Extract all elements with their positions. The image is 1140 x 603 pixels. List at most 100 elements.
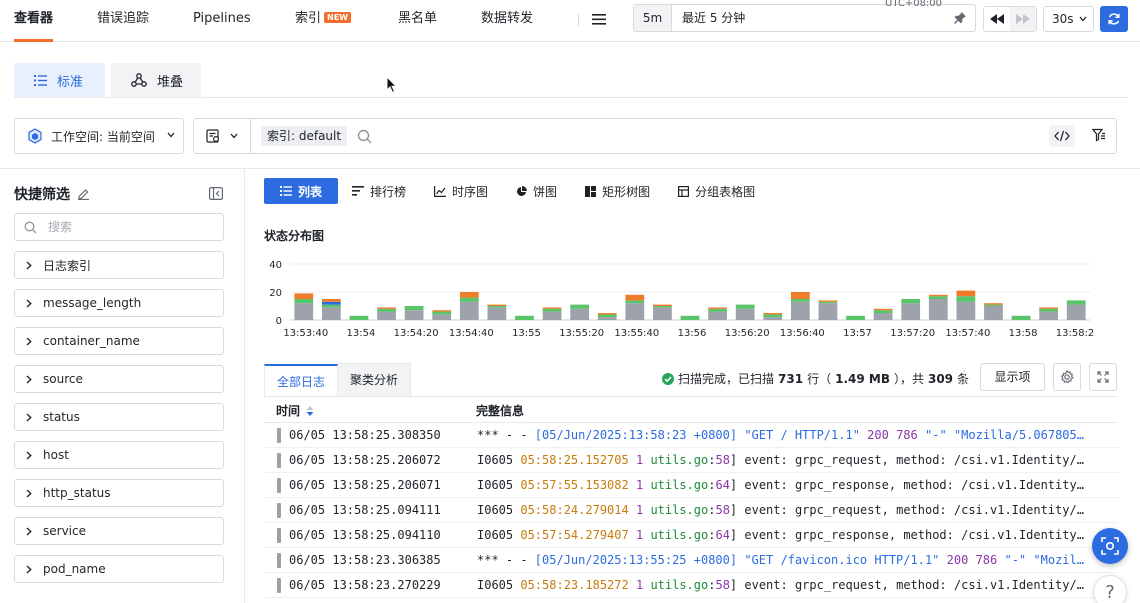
display-columns-button[interactable]: 显示项	[980, 363, 1045, 391]
facet-item[interactable]: pod_name	[14, 555, 224, 583]
edit-icon[interactable]	[77, 187, 90, 200]
search-icon	[24, 221, 37, 234]
data-source-select[interactable]	[194, 119, 251, 153]
view-tab-list[interactable]: 列表	[264, 178, 339, 204]
workspace-select[interactable]: 工作空间: 当前空间	[14, 118, 184, 154]
search-placeholder: 搜索	[48, 220, 73, 234]
log-token	[629, 453, 636, 467]
chart-bar	[542, 307, 562, 309]
mode-tab-stacked[interactable]: 堆叠	[111, 63, 201, 97]
nav-tab-label: Pipelines	[193, 11, 251, 26]
table-row[interactable]: 06/05 13:58:25.206071 I0605 05:57:55.1530…	[264, 473, 1118, 498]
facet-item[interactable]: service	[14, 517, 224, 545]
forward-button[interactable]	[1010, 7, 1036, 31]
nav-tab-data-forward[interactable]: 数据转发	[481, 0, 533, 42]
table-row[interactable]: 06/05 13:58:25.308350 *** - - [05/Jun/202…	[264, 423, 1118, 448]
sort-icon[interactable]	[306, 405, 314, 416]
x-tick-label: 13:57:20	[890, 328, 935, 339]
facet-item[interactable]: 日志索引	[14, 251, 224, 279]
view-tab-toplist[interactable]: 排行榜	[338, 178, 420, 204]
screenshot-assistant-button[interactable]	[1092, 528, 1128, 564]
facet-label: container_name	[43, 334, 140, 348]
facet-item[interactable]: message_length	[14, 289, 224, 317]
log-time: 06/05 13:58:25.094110	[289, 528, 441, 542]
chevron-right-icon	[15, 565, 43, 574]
mode-tab-label: 堆叠	[157, 74, 184, 90]
status-indicator	[277, 503, 281, 518]
scan-suffix: ），共	[893, 372, 924, 386]
nav-tab-blacklist[interactable]: 黑名单	[398, 0, 437, 42]
tab-cluster-analysis[interactable]: 聚类分析	[338, 363, 412, 397]
facet-item[interactable]: http_status	[14, 479, 224, 507]
chart-bar	[432, 311, 452, 315]
query-bar[interactable]: 索引: default	[193, 118, 1117, 154]
divider	[264, 396, 1118, 397]
facet-label: status	[43, 410, 80, 424]
mode-tab-standard[interactable]: 标准	[14, 63, 105, 97]
refresh-icon	[1108, 13, 1120, 25]
chart-bar	[1039, 311, 1058, 320]
chart-bar	[625, 294, 645, 301]
refresh-button[interactable]	[1100, 6, 1128, 32]
scan-status: 扫描完成，已扫描 731 行（1.49 MB），共 309 条	[662, 370, 969, 387]
code-mode-button[interactable]	[1049, 125, 1075, 147]
help-button[interactable]: ?	[1093, 575, 1127, 603]
chart-bar	[790, 292, 810, 299]
top-nav: 查看器 错误追踪 Pipelines 索引 NEW 黑名单 数据转发 5m 最近 …	[0, 0, 1140, 42]
chart-bar	[1039, 307, 1058, 309]
table-row[interactable]: 06/05 13:58:23.270229 I0605 05:58:23.1852…	[264, 573, 1118, 598]
column-header-time[interactable]: 时间	[276, 402, 314, 419]
chart-bar	[818, 300, 838, 302]
view-tab-timeseries[interactable]: 时序图	[420, 178, 502, 204]
column-header-label: 完整信息	[476, 404, 525, 418]
chart-bar	[515, 315, 534, 320]
status-indicator	[277, 578, 281, 593]
chart-bar	[377, 311, 396, 320]
x-tick-label: 13:54:20	[394, 328, 439, 339]
table-row[interactable]: 06/05 13:58:23.306385 *** - - [05/Jun/202…	[264, 548, 1118, 573]
nav-tab-error-tracking[interactable]: 错误追踪	[97, 0, 149, 42]
quick-range[interactable]: 5m	[634, 5, 672, 31]
nav-tab-index[interactable]: 索引 NEW	[295, 0, 351, 42]
collapse-sidebar-icon[interactable]	[209, 187, 223, 200]
workspace-icon	[28, 128, 42, 144]
rewind-button[interactable]	[984, 7, 1010, 31]
index-tag[interactable]: 索引: default	[261, 126, 348, 146]
chart-bar	[763, 314, 783, 318]
visualization-tabs: 列表 排行榜 时序图 饼图 矩形树图 分组表格图	[264, 178, 769, 204]
log-token: *** - -	[477, 428, 535, 442]
pin-icon[interactable]	[953, 11, 967, 25]
view-tab-treemap[interactable]: 矩形树图	[571, 178, 664, 204]
settings-button[interactable]	[1053, 363, 1081, 391]
x-tick-label: 13:56	[678, 328, 707, 339]
facet-item[interactable]: source	[14, 365, 224, 393]
search-icon[interactable]	[357, 129, 372, 144]
tab-all-logs[interactable]: 全部日志	[264, 364, 339, 398]
view-tab-grouped-table[interactable]: 分组表格图	[664, 178, 769, 204]
table-row[interactable]: 06/05 13:58:25.094110 I0605 05:57:54.2794…	[264, 523, 1118, 548]
fullscreen-button[interactable]	[1089, 363, 1117, 391]
table-row[interactable]: 06/05 13:58:25.094111 I0605 05:58:24.2790…	[264, 498, 1118, 523]
menu-icon[interactable]	[590, 10, 608, 28]
log-message: I0605 05:57:54.279407 1 utils.go:64] eve…	[477, 523, 1104, 547]
rewind-icon	[990, 14, 1004, 24]
table-row[interactable]: 06/05 13:58:25.206072 I0605 05:58:25.1527…	[264, 448, 1118, 473]
filter-icon[interactable]	[1092, 128, 1106, 142]
facet-item[interactable]: container_name	[14, 327, 224, 355]
chart-bar	[984, 304, 1003, 306]
log-token: 786	[975, 553, 998, 567]
log-message: *** - - [05/Jun/2025:13:55:25 +0800] "GE…	[477, 548, 1104, 572]
chart-bar	[625, 300, 645, 304]
nav-tab-explorer[interactable]: 查看器	[14, 0, 54, 42]
chart-bar	[322, 307, 341, 320]
facet-item[interactable]: status	[14, 403, 224, 431]
facet-item[interactable]: host	[14, 441, 224, 469]
view-tab-label: 排行榜	[370, 184, 407, 199]
chevron-right-icon	[15, 413, 43, 422]
refresh-interval-select[interactable]: 30s	[1043, 6, 1094, 32]
chart-bar	[818, 301, 838, 304]
nav-tab-pipelines[interactable]: Pipelines	[193, 0, 251, 42]
facet-search-input[interactable]: 搜索	[14, 213, 224, 241]
view-tab-pie[interactable]: 饼图	[502, 178, 571, 204]
chart-bar	[956, 290, 976, 297]
